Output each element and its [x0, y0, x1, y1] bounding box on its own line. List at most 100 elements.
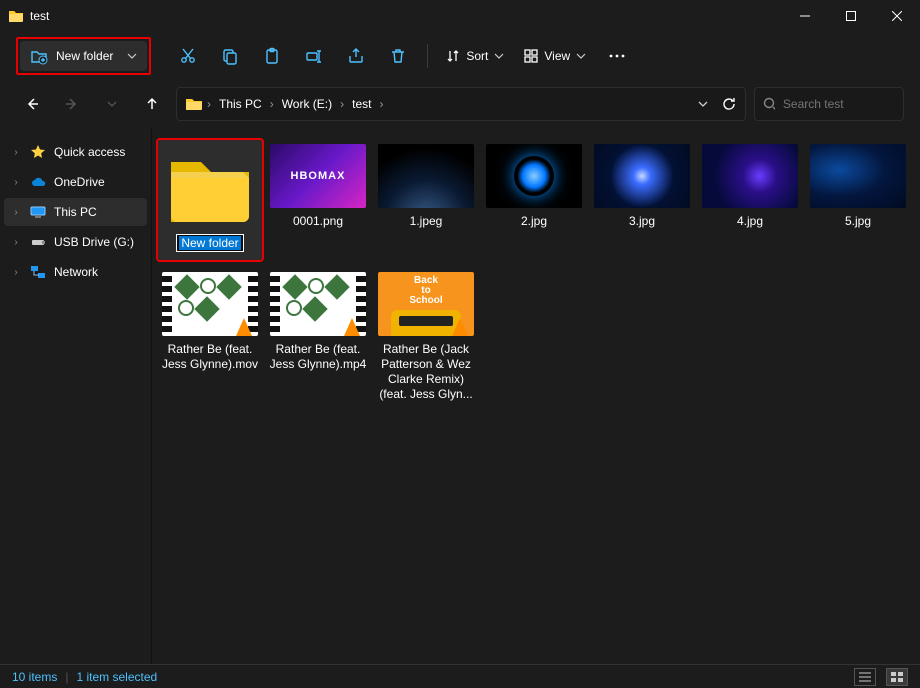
thumbnail — [378, 144, 474, 208]
chevron-right-icon[interactable]: › — [377, 97, 385, 111]
highlight-new-folder: New folder — [16, 37, 151, 75]
vlc-icon — [236, 318, 252, 336]
thumbnails-view-button[interactable] — [886, 668, 908, 686]
search-box[interactable] — [754, 87, 904, 121]
view-label: View — [544, 49, 570, 63]
expand-icon[interactable]: › — [10, 267, 22, 278]
minimize-button[interactable] — [782, 0, 828, 32]
more-button[interactable] — [598, 39, 636, 73]
new-folder-button[interactable]: New folder — [20, 41, 147, 71]
folder-icon — [8, 8, 24, 24]
folder-icon — [185, 95, 203, 113]
separator — [427, 44, 428, 68]
thumbnail — [270, 272, 366, 336]
file-item[interactable]: Rather Be (feat. Jess Glynne).mov — [156, 266, 264, 408]
chevron-down-icon — [127, 51, 137, 61]
up-button[interactable] — [136, 88, 168, 120]
file-name: Rather Be (Jack Patterson & Wez Clarke R… — [376, 342, 476, 402]
sidebar-item-usb-drive[interactable]: › USB Drive (G:) — [4, 228, 147, 256]
file-name: 3.jpg — [629, 214, 655, 229]
thumbnail: BacktoSchool — [378, 272, 474, 336]
file-list[interactable]: New folder HBOMAX 0001.png 1.jpeg 2.jpg … — [152, 128, 920, 664]
cut-button[interactable] — [169, 39, 207, 73]
file-name: 1.jpeg — [410, 214, 443, 229]
sort-button[interactable]: Sort — [438, 39, 512, 73]
sidebar-item-label: This PC — [54, 205, 97, 219]
status-bar: 10 items | 1 item selected — [0, 664, 920, 688]
sidebar-item-this-pc[interactable]: › This PC — [4, 198, 147, 226]
search-input[interactable] — [783, 97, 895, 111]
title-bar: test — [0, 0, 920, 32]
star-icon — [30, 144, 46, 160]
file-item[interactable]: 2.jpg — [480, 138, 588, 262]
file-item[interactable]: 5.jpg — [804, 138, 912, 262]
expand-icon[interactable]: › — [10, 147, 22, 158]
refresh-button[interactable] — [721, 96, 737, 112]
folder-icon — [162, 146, 258, 228]
breadcrumb-this-pc[interactable]: This PC — [215, 93, 266, 115]
network-icon — [30, 264, 46, 280]
file-item[interactable]: 1.jpeg — [372, 138, 480, 262]
file-item-new-folder[interactable]: New folder — [156, 138, 264, 262]
new-folder-icon — [30, 47, 48, 65]
file-item[interactable]: Rather Be (feat. Jess Glynne).mp4 — [264, 266, 372, 408]
thumbnail — [702, 144, 798, 208]
forward-button[interactable] — [56, 88, 88, 120]
file-name: Rather Be (feat. Jess Glynne).mov — [160, 342, 260, 372]
chevron-right-icon[interactable]: › — [205, 97, 213, 111]
file-name: 0001.png — [293, 214, 343, 229]
copy-button[interactable] — [211, 39, 249, 73]
address-row: › This PC › Work (E:) › test › — [0, 80, 920, 128]
sidebar-item-label: USB Drive (G:) — [54, 235, 134, 249]
chevron-down-icon[interactable] — [697, 98, 709, 110]
breadcrumb-work[interactable]: Work (E:) — [278, 93, 336, 115]
expand-icon[interactable]: › — [10, 207, 22, 218]
rename-button[interactable] — [295, 39, 333, 73]
expand-icon[interactable]: › — [10, 237, 22, 248]
usb-icon — [30, 234, 46, 250]
sidebar-item-quick-access[interactable]: › Quick access — [4, 138, 147, 166]
file-name: 5.jpg — [845, 214, 871, 229]
chevron-right-icon[interactable]: › — [268, 97, 276, 111]
toolbar: New folder Sort View — [0, 32, 920, 80]
paste-button[interactable] — [253, 39, 291, 73]
file-name: 2.jpg — [521, 214, 547, 229]
back-button[interactable] — [16, 88, 48, 120]
selection-count: 1 item selected — [76, 670, 157, 684]
details-view-button[interactable] — [854, 668, 876, 686]
search-icon — [763, 97, 775, 111]
file-item[interactable]: BacktoSchool Rather Be (Jack Patterson &… — [372, 266, 480, 408]
thumbnail — [810, 144, 906, 208]
sidebar-item-onedrive[interactable]: › OneDrive — [4, 168, 147, 196]
sidebar-item-label: Quick access — [54, 145, 125, 159]
close-button[interactable] — [874, 0, 920, 32]
recent-button[interactable] — [96, 88, 128, 120]
thumbnail — [594, 144, 690, 208]
sidebar-item-label: Network — [54, 265, 98, 279]
file-item[interactable]: HBOMAX 0001.png — [264, 138, 372, 262]
thumbnail: HBOMAX — [270, 144, 366, 208]
delete-button[interactable] — [379, 39, 417, 73]
vlc-icon — [344, 318, 360, 336]
address-bar[interactable]: › This PC › Work (E:) › test › — [176, 87, 746, 121]
item-count: 10 items — [12, 670, 57, 684]
chevron-right-icon[interactable]: › — [338, 97, 346, 111]
share-button[interactable] — [337, 39, 375, 73]
rename-input[interactable]: New folder — [176, 234, 243, 252]
expand-icon[interactable]: › — [10, 177, 22, 188]
file-item[interactable]: 3.jpg — [588, 138, 696, 262]
file-name: Rather Be (feat. Jess Glynne).mp4 — [268, 342, 368, 372]
vlc-icon — [452, 318, 468, 336]
navigation-pane: › Quick access › OneDrive › This PC › US… — [0, 128, 152, 664]
new-folder-label: New folder — [56, 49, 113, 63]
maximize-button[interactable] — [828, 0, 874, 32]
file-item[interactable]: 4.jpg — [696, 138, 804, 262]
view-button[interactable]: View — [516, 39, 594, 73]
sidebar-item-label: OneDrive — [54, 175, 105, 189]
file-name: 4.jpg — [737, 214, 763, 229]
window-title: test — [30, 9, 782, 23]
sort-label: Sort — [466, 49, 488, 63]
sidebar-item-network[interactable]: › Network — [4, 258, 147, 286]
breadcrumb-test[interactable]: test — [348, 93, 375, 115]
thumbnail — [162, 272, 258, 336]
